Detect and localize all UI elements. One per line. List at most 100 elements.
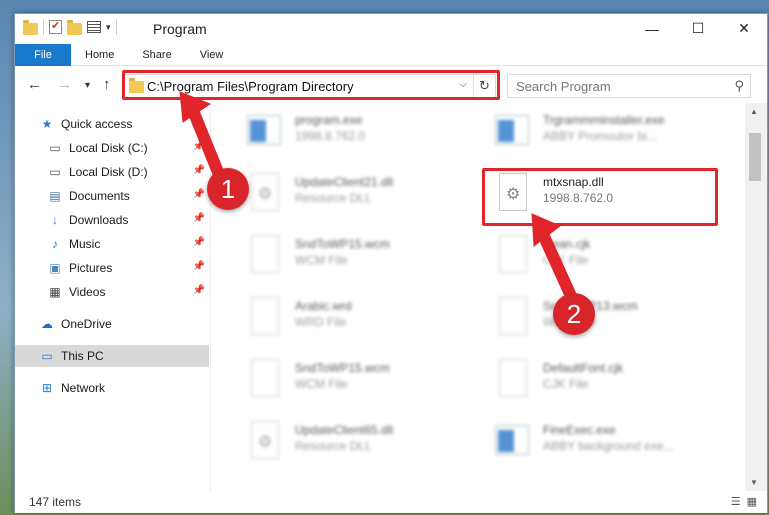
details-view-icon[interactable]: ☰	[731, 495, 741, 508]
sidebar-item-music[interactable]: ♪ Music 📌	[15, 233, 209, 255]
view-toggles: ☰ ▦	[731, 495, 757, 508]
search-input[interactable]: Search Program ⚲	[507, 74, 751, 98]
tab-view[interactable]: View	[186, 44, 238, 66]
sidebar-item-label: OneDrive	[61, 317, 112, 331]
sidebar-item-label: Music	[69, 237, 101, 251]
file-item[interactable]: UpdateClient21.dll Resource DLL	[225, 169, 465, 217]
file-item[interactable]: Arabic.wrd WRD File	[225, 293, 465, 341]
sidebar-item-label: Local Disk (C:)	[69, 141, 148, 155]
file-detail: WRD File	[295, 315, 347, 329]
sidebar-item-onedrive[interactable]: ☁ OneDrive	[15, 313, 209, 335]
toolbar-divider	[115, 19, 117, 35]
sidebar-item-videos[interactable]: ▦ Videos 📌	[15, 281, 209, 303]
sidebar-item-label: Videos	[69, 285, 106, 299]
file-name: UpdateClient21.dll	[295, 175, 394, 189]
file-highlight-box	[482, 168, 718, 226]
file-item[interactable]: program.exe 1998.8.762.0	[225, 107, 465, 155]
file-item[interactable]: Gean.cjk CJK File	[473, 231, 713, 279]
sidebar-item-label: Downloads	[69, 213, 129, 227]
file-item[interactable]: SndToWP15.wcm WCM File	[225, 355, 465, 403]
properties-check-icon[interactable]	[49, 19, 62, 34]
pc-icon: ▭	[41, 349, 53, 363]
sidebar-item-label: Local Disk (D:)	[69, 165, 148, 179]
dll-file-icon	[247, 173, 281, 213]
up-arrow-icon[interactable]: ↑	[103, 76, 111, 93]
navigation-pane: ★ Quick access ▭ Local Disk (C:) 📌 ▭ Loc…	[15, 103, 211, 491]
file-item[interactable]: FineExec.exe ABBY background exe...	[473, 417, 713, 465]
network-icon: ⊞	[41, 381, 53, 395]
document-file-icon	[495, 297, 529, 337]
document-file-icon	[247, 297, 281, 337]
file-detail: WCM File	[295, 253, 348, 267]
scrollbar-thumb[interactable]	[749, 133, 761, 181]
large-icons-view-icon[interactable]: ▦	[747, 495, 757, 508]
sidebar-item-documents[interactable]: ▤ Documents 📌	[15, 185, 209, 207]
file-item[interactable]: UpdateClient65.dll Resource DLL	[225, 417, 465, 465]
download-icon: ↓	[52, 213, 58, 227]
folder-icon	[23, 20, 38, 35]
search-icon[interactable]: ⚲	[734, 78, 744, 94]
title-bar: ▾ Program — ☐ ✕	[15, 14, 767, 44]
music-icon: ♪	[52, 237, 58, 251]
sidebar-item-pictures[interactable]: ▣ Pictures 📌	[15, 257, 209, 279]
tab-home[interactable]: Home	[71, 44, 128, 66]
address-highlight-box	[122, 70, 500, 100]
file-item[interactable]: SndToWP15.wcm WCM File	[225, 231, 465, 279]
status-bar: 147 items ☰ ▦	[15, 491, 767, 513]
file-name: SndToWP15.wcm	[295, 237, 390, 251]
sidebar-item-network[interactable]: ⊞ Network	[15, 377, 209, 399]
maximize-button[interactable]: ☐	[675, 14, 721, 43]
file-list: program.exe 1998.8.762.0 Trgrammminstall…	[215, 103, 745, 491]
customize-toolbar-icon[interactable]	[87, 21, 101, 33]
pin-icon: 📌	[192, 189, 205, 200]
scroll-down-icon[interactable]: ▼	[750, 478, 758, 487]
search-placeholder: Search Program	[516, 79, 611, 94]
file-name: Arabic.wrd	[295, 299, 352, 313]
close-button[interactable]: ✕	[721, 14, 767, 43]
file-detail: WCM File	[295, 377, 348, 391]
drive-icon: ▭	[49, 165, 61, 179]
file-detail: CJK File	[543, 253, 589, 267]
file-detail: Resource DLL	[295, 439, 372, 453]
scroll-up-icon[interactable]: ▲	[750, 107, 758, 116]
new-folder-icon[interactable]	[67, 20, 82, 35]
item-count: 147 items	[29, 495, 82, 509]
file-name: FineExec.exe	[543, 423, 616, 437]
back-arrow-icon[interactable]: ←	[27, 76, 42, 93]
pin-icon: 📌	[192, 261, 205, 272]
minimize-button[interactable]: —	[629, 14, 675, 43]
file-name: SndToWP15.wcm	[295, 361, 390, 375]
pictures-icon: ▣	[49, 261, 61, 275]
file-name: Trgrammminstaller.exe	[543, 113, 665, 127]
step-1-badge: 1	[207, 168, 249, 210]
document-file-icon	[247, 235, 281, 275]
file-detail: ABBY Promoutor bi...	[543, 129, 657, 143]
file-name: Gean.cjk	[543, 237, 591, 251]
drive-icon: ▭	[49, 141, 61, 155]
recent-locations-chevron-icon[interactable]: ▾	[85, 80, 90, 91]
chevron-down-icon[interactable]: ▾	[106, 22, 111, 33]
sidebar-item-downloads[interactable]: ↓ Downloads 📌	[15, 209, 209, 231]
file-item[interactable]: Trgrammminstaller.exe ABBY Promoutor bi.…	[473, 107, 713, 155]
sidebar-item-label: Documents	[69, 189, 130, 203]
tab-share[interactable]: Share	[128, 44, 185, 66]
forward-arrow-icon[interactable]: →	[57, 76, 72, 93]
tab-file[interactable]: File	[15, 44, 71, 66]
step-2-badge: 2	[553, 293, 595, 335]
exe-file-icon	[247, 111, 281, 151]
file-name: program.exe	[295, 113, 363, 127]
vertical-scrollbar[interactable]: ▲ ▼	[745, 103, 767, 491]
sidebar-item-local-disk-c[interactable]: ▭ Local Disk (C:) 📌	[15, 137, 209, 159]
document-file-icon	[495, 235, 529, 275]
exe-file-icon	[495, 111, 529, 151]
sidebar-item-this-pc[interactable]: ▭ This PC	[15, 345, 209, 367]
file-name: DefaultFont.cjk	[543, 361, 624, 375]
file-detail: 1998.8.762.0	[295, 129, 366, 143]
pin-icon: 📌	[192, 237, 205, 248]
file-item[interactable]: DefaultFont.cjk CJK File	[473, 355, 713, 403]
sidebar-item-quick-access[interactable]: ★ Quick access	[15, 113, 209, 135]
sidebar-item-local-disk-d[interactable]: ▭ Local Disk (D:) 📌	[15, 161, 209, 183]
sidebar-item-label: Network	[61, 381, 106, 395]
sidebar-item-label: This PC	[61, 349, 104, 363]
star-icon: ★	[41, 117, 53, 131]
